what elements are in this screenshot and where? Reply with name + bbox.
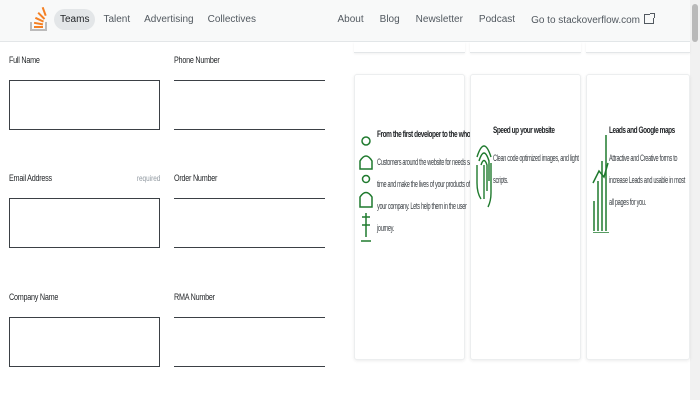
page-scrollbar[interactable]	[690, 0, 700, 400]
nav-blog[interactable]: Blog	[374, 9, 406, 31]
secondary-nav: About Blog Newsletter Podcast Go to stac…	[332, 9, 660, 31]
nav-about[interactable]: About	[332, 9, 370, 31]
email-label: Email Address	[9, 173, 52, 183]
order-number-input[interactable]	[174, 198, 325, 248]
email-input[interactable]	[9, 198, 160, 248]
feature-card-3: Leads and Google maps Attractive and Cre…	[586, 74, 690, 360]
card-strip-1	[354, 42, 465, 53]
email-required-hint: required	[136, 174, 160, 183]
nav-talent[interactable]: Talent	[97, 9, 136, 30]
rma-number-input[interactable]	[174, 317, 325, 367]
nav-collectives[interactable]: Collectives	[202, 9, 262, 30]
top-navbar: Teams Talent Advertising Collectives Abo…	[0, 0, 700, 42]
rma-number-label: RMA Number	[174, 292, 215, 302]
card-2-title: Speed up your website	[493, 125, 555, 135]
phone-label: Phone Number	[174, 55, 220, 65]
stack-logo-icon[interactable]	[28, 7, 50, 33]
card-3-body: Attractive and Creative forms to increas…	[609, 153, 686, 207]
feature-card-2: Speed up your website Clean code optimiz…	[470, 74, 581, 360]
bar-chart-icon	[592, 135, 609, 233]
card-1-body: Customers around the website for needs s…	[377, 157, 479, 233]
card-3-title: Leads and Google maps	[609, 125, 675, 135]
nav-newsletter[interactable]: Newsletter	[410, 9, 469, 31]
phone-input[interactable]	[174, 80, 325, 130]
scrollbar-thumb[interactable]	[692, 4, 698, 42]
card-2-body: Clean code optimized images, and light s…	[493, 153, 579, 185]
company-name-label: Company Name	[9, 292, 59, 302]
full-name-input[interactable]	[9, 80, 160, 130]
card-strip-3	[586, 42, 690, 53]
primary-nav: Teams Talent Advertising Collectives	[54, 9, 262, 30]
nav-teams[interactable]: Teams	[54, 9, 96, 30]
order-number-label: Order Number	[174, 173, 218, 183]
card-strip-2	[470, 42, 581, 53]
card-1-title: From the first developer to the whole	[377, 129, 475, 139]
nav-advertising[interactable]: Advertising	[138, 9, 199, 30]
external-link-icon	[644, 13, 655, 24]
users-icon	[359, 136, 373, 242]
nav-go-to-stackoverflow[interactable]: Go to stackoverflow.com	[525, 9, 660, 31]
company-name-input[interactable]	[9, 317, 160, 367]
feature-card-1: From the first developer to the whole Cu…	[354, 74, 478, 360]
go-to-stackoverflow-label: Go to stackoverflow.com	[531, 15, 640, 26]
full-name-label: Full Name	[9, 55, 40, 65]
fingerprint-icon	[476, 145, 492, 208]
nav-podcast[interactable]: Podcast	[473, 9, 521, 31]
